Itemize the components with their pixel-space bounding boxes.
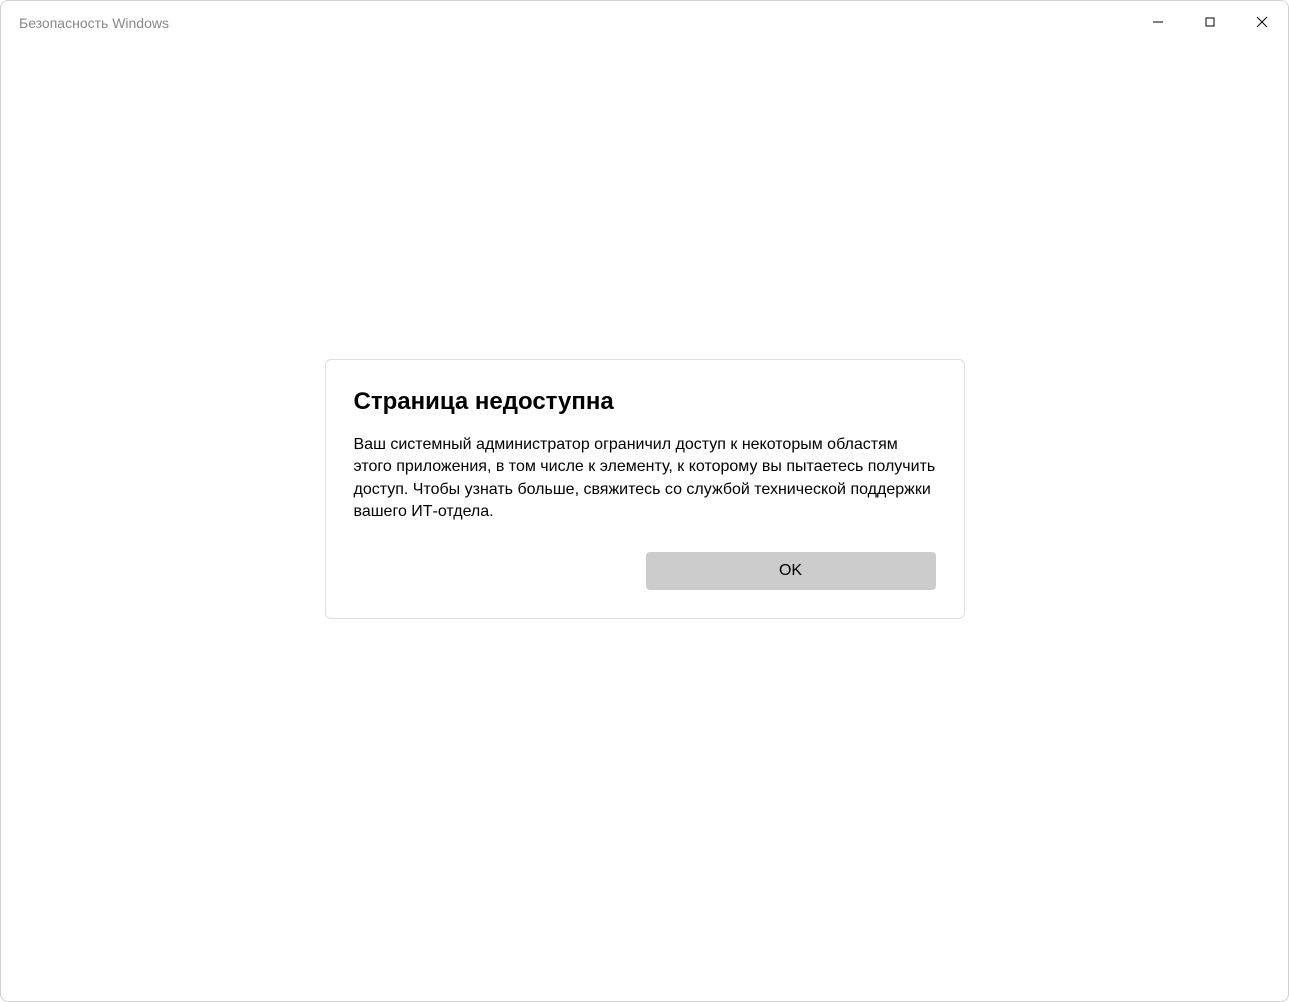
access-denied-dialog: Страница недоступна Ваш системный админи… [325, 359, 965, 619]
maximize-button[interactable] [1184, 1, 1236, 45]
close-icon [1256, 16, 1268, 31]
window-controls [1132, 1, 1288, 45]
title-bar: Безопасность Windows [1, 1, 1288, 45]
ok-button[interactable]: OK [646, 552, 936, 590]
content-area: Страница недоступна Ваш системный админи… [1, 45, 1288, 1001]
dialog-actions: OK [354, 552, 936, 590]
minimize-button[interactable] [1132, 1, 1184, 45]
dialog-title: Страница недоступна [354, 388, 936, 416]
close-button[interactable] [1236, 1, 1288, 45]
dialog-message: Ваш системный администратор ограничил до… [354, 434, 936, 524]
maximize-icon [1204, 16, 1216, 31]
minimize-icon [1152, 16, 1164, 31]
app-window: Безопасность Windows [0, 0, 1289, 1002]
window-title: Безопасность Windows [19, 15, 169, 31]
